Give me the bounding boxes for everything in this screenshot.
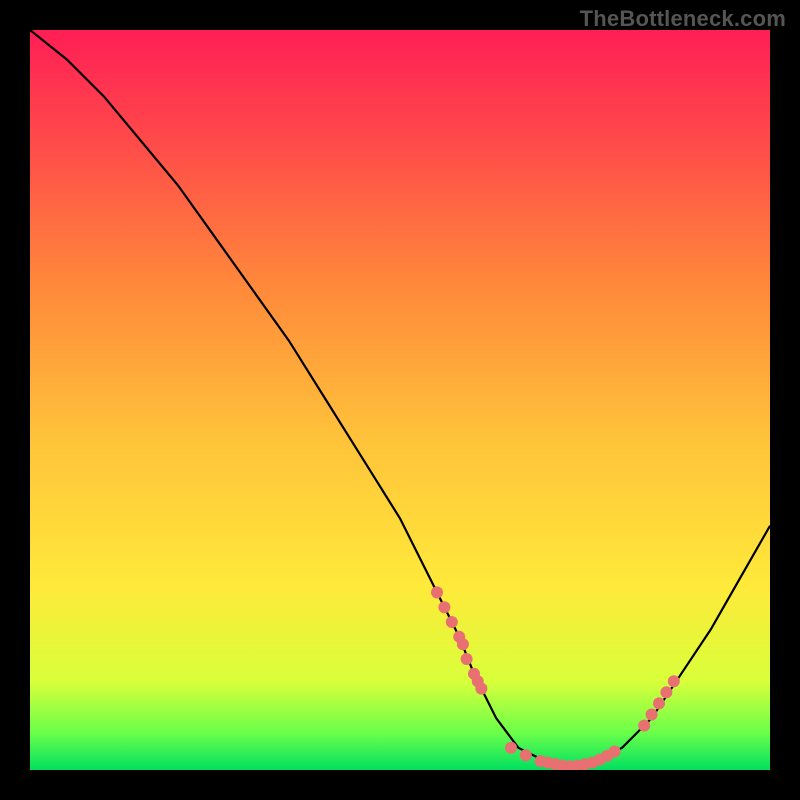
data-dot — [461, 653, 473, 665]
bottleneck-chart — [30, 30, 770, 770]
data-dot — [520, 749, 532, 761]
data-dot — [457, 638, 469, 650]
data-dot — [638, 720, 650, 732]
data-dot — [646, 709, 658, 721]
data-dot — [446, 616, 458, 628]
chart-frame: TheBottleneck.com — [0, 0, 800, 800]
data-dot — [609, 746, 621, 758]
plot-area — [30, 30, 770, 770]
data-dot — [668, 675, 680, 687]
watermark-text: TheBottleneck.com — [580, 6, 786, 32]
data-dot — [653, 697, 665, 709]
data-dot — [438, 601, 450, 613]
data-dot — [431, 586, 443, 598]
data-dot — [660, 686, 672, 698]
data-dot — [475, 683, 487, 695]
data-dot — [505, 742, 517, 754]
